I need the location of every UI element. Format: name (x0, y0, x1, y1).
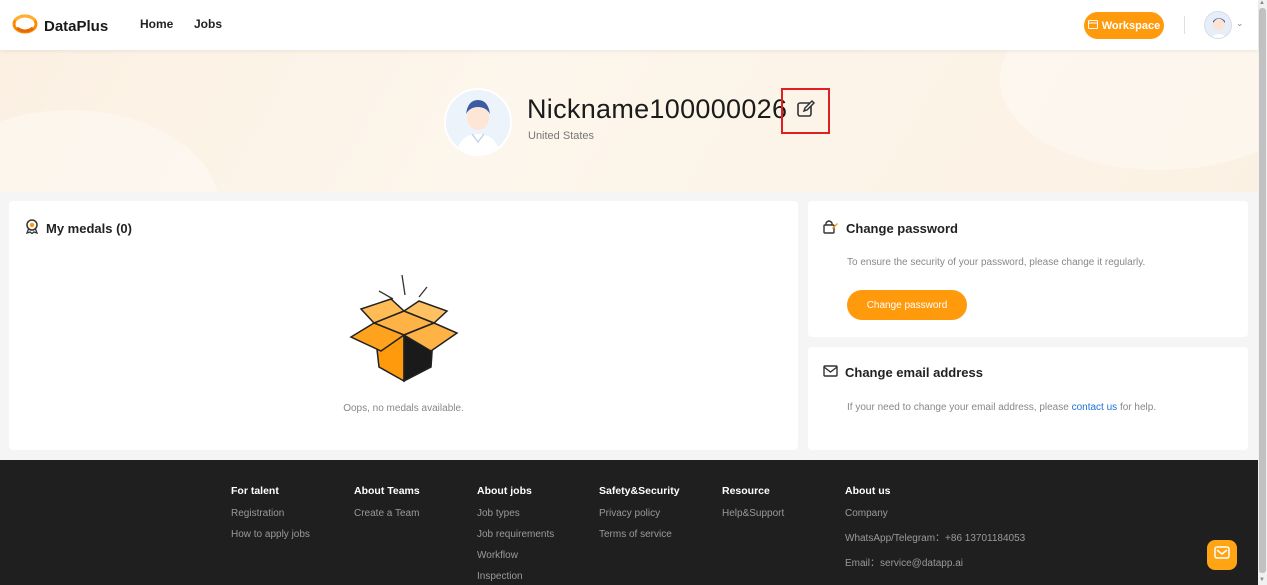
footer-link-terms[interactable]: Terms of service (599, 529, 680, 540)
nav-jobs[interactable]: Jobs (194, 17, 222, 31)
password-description: To ensure the security of your password,… (847, 257, 1146, 268)
footer-col-for-talent: For talent Registration How to apply job… (231, 485, 310, 550)
footer-heading: About Teams (354, 485, 420, 497)
user-avatar[interactable] (1204, 11, 1232, 39)
medals-title: My medals (0) (46, 220, 132, 236)
footer-heading: Safety&Security (599, 485, 680, 497)
profile-avatar (444, 88, 512, 156)
footer: For talent Registration How to apply job… (0, 460, 1258, 585)
change-password-card: Change password To ensure the security o… (808, 201, 1248, 337)
footer-heading: About jobs (477, 485, 532, 497)
mail-icon (823, 365, 838, 380)
scroll-up-icon[interactable]: ▲ (1259, 0, 1265, 6)
top-navbar: DataPlus Home Jobs Workspace ⌄ (0, 0, 1258, 50)
workspace-button[interactable]: Workspace (1084, 12, 1164, 39)
footer-link-help-support[interactable]: Help&Support (722, 508, 784, 519)
email-text-before: If your need to change your email addres… (847, 402, 1069, 413)
footer-link-company[interactable]: Company (845, 508, 1025, 519)
page-scrollbar[interactable]: ▲ ▼ (1258, 0, 1267, 585)
profile-banner: Nickname100000026 United States (0, 50, 1258, 192)
footer-link-registration[interactable]: Registration (231, 508, 310, 519)
edit-icon (796, 99, 816, 124)
logo[interactable]: DataPlus (12, 14, 108, 39)
password-icon (823, 219, 839, 237)
floating-message-button[interactable] (1207, 540, 1237, 570)
profile-nickname: Nickname100000026 (527, 94, 788, 124)
edit-nickname-button[interactable] (781, 88, 830, 134)
footer-link-job-types[interactable]: Job types (477, 508, 554, 519)
footer-heading: Resource (722, 485, 770, 497)
footer-link-inspection[interactable]: Inspection (477, 571, 554, 582)
footer-link-create-team[interactable]: Create a Team (354, 508, 420, 519)
footer-contact-phone: WhatsApp/Telegram：+86 13701184053 (845, 533, 1026, 544)
footer-col-safety: Safety&Security Privacy policy Terms of … (599, 485, 680, 550)
footer-contact-email: Email：service@datapp.ai (845, 558, 963, 569)
contact-us-link[interactable]: contact us (1072, 402, 1118, 413)
footer-link-privacy[interactable]: Privacy policy (599, 508, 680, 519)
footer-col-about-jobs: About jobs Job types Job requirements Wo… (477, 485, 554, 585)
logo-text: DataPlus (44, 18, 109, 35)
scroll-thumb[interactable] (1259, 8, 1266, 573)
footer-link-workflow[interactable]: Workflow (477, 550, 554, 561)
medals-empty-text: Oops, no medals available. (343, 403, 464, 414)
scroll-down-icon[interactable]: ▼ (1259, 577, 1265, 583)
workspace-label: Workspace (1101, 19, 1161, 32)
footer-link-job-requirements[interactable]: Job requirements (477, 529, 554, 540)
profile-country: United States (528, 130, 595, 142)
footer-link-how-to-apply[interactable]: How to apply jobs (231, 529, 310, 540)
medals-card: My medals (0) Oops, no medals available. (9, 201, 798, 450)
change-email-title: Change email address (845, 365, 983, 380)
workspace-icon (1087, 19, 1098, 32)
email-description: If your need to change your email addres… (847, 402, 1156, 413)
mail-icon (1214, 546, 1230, 564)
dataplus-logo-icon (12, 14, 38, 39)
change-password-button[interactable]: Change password (847, 290, 967, 320)
footer-col-resource: Resource Help&Support (722, 485, 784, 529)
footer-heading: For talent (231, 485, 279, 497)
change-email-card: Change email address If your need to cha… (808, 347, 1248, 450)
empty-box-icon (349, 271, 459, 388)
nav-divider (1184, 16, 1185, 34)
nav-home[interactable]: Home (140, 17, 173, 31)
medal-icon (25, 219, 39, 237)
chevron-down-icon[interactable]: ⌄ (1236, 18, 1244, 29)
change-password-title: Change password (846, 220, 958, 236)
email-text-after: for help. (1119, 402, 1157, 413)
footer-col-about-teams: About Teams Create a Team (354, 485, 420, 529)
footer-col-about-us: About us Company WhatsApp/Telegram：+86 1… (845, 485, 1025, 579)
footer-heading: About us (845, 485, 891, 497)
